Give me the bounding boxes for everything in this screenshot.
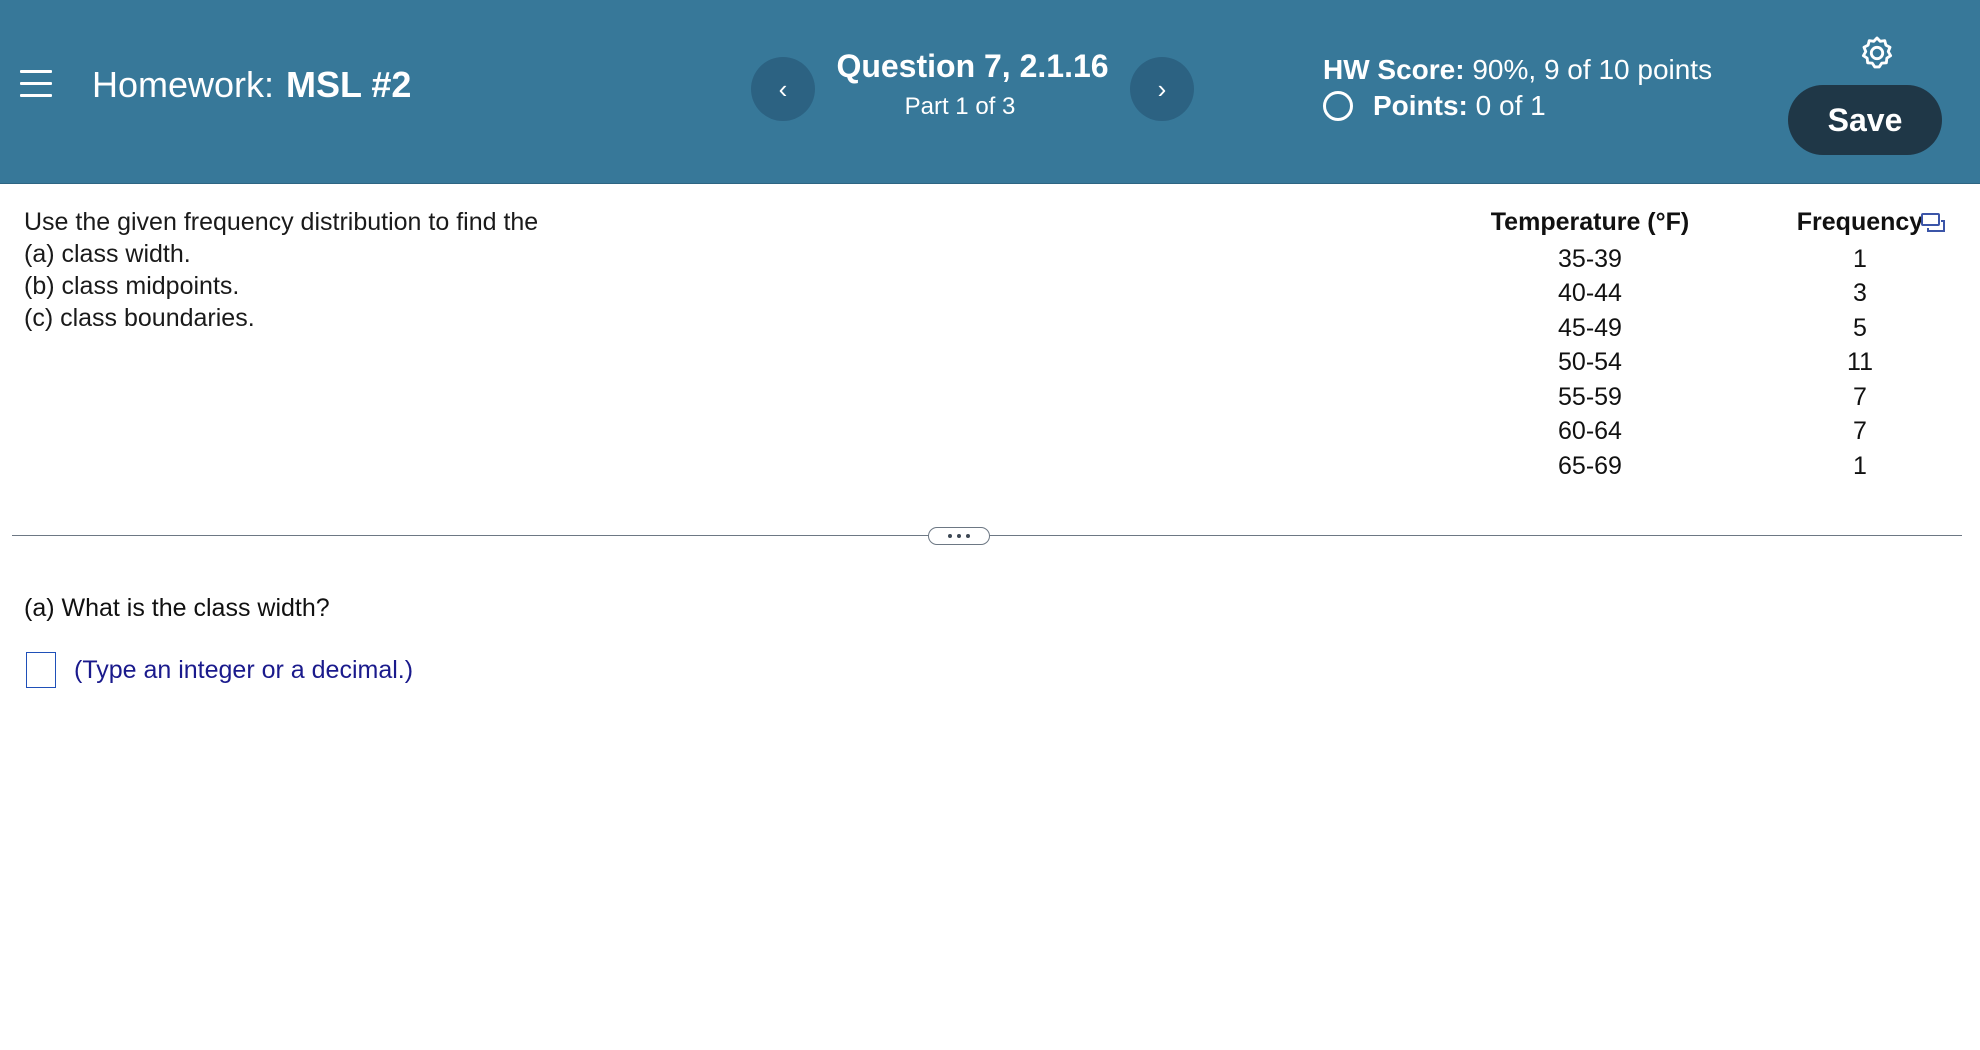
frequency-cell: 5 — [1853, 313, 1867, 342]
problem-statement: Use the given frequency distribution to … — [24, 206, 538, 334]
problem-line: (a) class width. — [24, 240, 191, 268]
hw-score-label: HW Score: — [1323, 54, 1465, 85]
homework-title: Homework: MSL #2 — [92, 64, 411, 106]
frequency-cell: 7 — [1853, 382, 1867, 411]
chevron-left-icon: ‹ — [778, 73, 788, 104]
ellipsis-icon[interactable] — [928, 527, 990, 545]
table-row: 40-44 3 — [1440, 277, 1980, 312]
homework-name: MSL #2 — [286, 64, 412, 105]
table-row: 60-64 7 — [1440, 415, 1980, 450]
frequency-cell: 7 — [1853, 417, 1867, 446]
top-header-bar: Homework: MSL #2 ‹ Question 7, 2.1.16 Par… — [0, 0, 1980, 184]
problem-line: Use the given frequency distribution to … — [24, 208, 539, 236]
save-button[interactable]: Save — [1788, 85, 1942, 155]
temperature-cell: 55-59 — [1558, 382, 1622, 411]
temperature-cell: 60-64 — [1558, 417, 1622, 446]
question-title: Question 7, 2.1.16 — [836, 48, 1109, 84]
problem-line: (c) class boundaries. — [24, 304, 255, 332]
answer-row: (Type an integer or a decimal.) — [26, 652, 413, 688]
temperature-cell: 50-54 — [1558, 348, 1622, 377]
points-value: 0 of 1 — [1475, 90, 1546, 121]
points-label: Points: — [1373, 90, 1468, 121]
hw-score: HW Score: 90%, 9 of 10 points — [1323, 54, 1712, 86]
temperature-cell: 40-44 — [1558, 279, 1622, 308]
gear-icon[interactable] — [1858, 34, 1896, 72]
points-status: Points: 0 of 1 — [1323, 90, 1546, 122]
table-row: 55-59 7 — [1440, 380, 1980, 415]
copy-table-icon[interactable] — [1920, 212, 1946, 234]
next-question-button[interactable]: › — [1130, 57, 1194, 121]
answer-hint: (Type an integer or a decimal.) — [74, 655, 414, 684]
table-header-row: Temperature (°F) Frequency — [1440, 204, 1980, 242]
temperature-cell: 65-69 — [1558, 451, 1622, 480]
question-prompt: (a) What is the class width? — [24, 594, 330, 622]
question-part: Part 1 of 3 — [904, 93, 1016, 120]
frequency-cell: 1 — [1853, 244, 1867, 273]
frequency-cell: 1 — [1853, 451, 1867, 480]
table-row: 65-69 1 — [1440, 449, 1980, 484]
temperature-cell: 45-49 — [1558, 313, 1622, 342]
homework-label: Homework: — [92, 64, 275, 105]
frequency-cell: 11 — [1847, 348, 1873, 377]
circle-outline-icon — [1323, 91, 1353, 121]
temperature-cell: 35-39 — [1558, 244, 1622, 273]
column-header-temperature: Temperature (°F) — [1490, 207, 1690, 236]
table-row: 50-54 11 — [1440, 346, 1980, 381]
previous-question-button[interactable]: ‹ — [751, 57, 815, 121]
table-row: 35-39 1 — [1440, 242, 1980, 277]
frequency-table: Temperature (°F) Frequency 35-39 1 40-44… — [1440, 204, 1980, 484]
class-width-answer-input[interactable] — [26, 652, 56, 688]
table-row: 45-49 5 — [1440, 311, 1980, 346]
hamburger-menu-icon[interactable] — [20, 70, 52, 100]
frequency-cell: 3 — [1853, 279, 1867, 308]
hw-score-value: 90%, 9 of 10 points — [1472, 54, 1713, 85]
problem-line: (b) class midpoints. — [24, 272, 240, 300]
chevron-right-icon: › — [1157, 73, 1167, 104]
